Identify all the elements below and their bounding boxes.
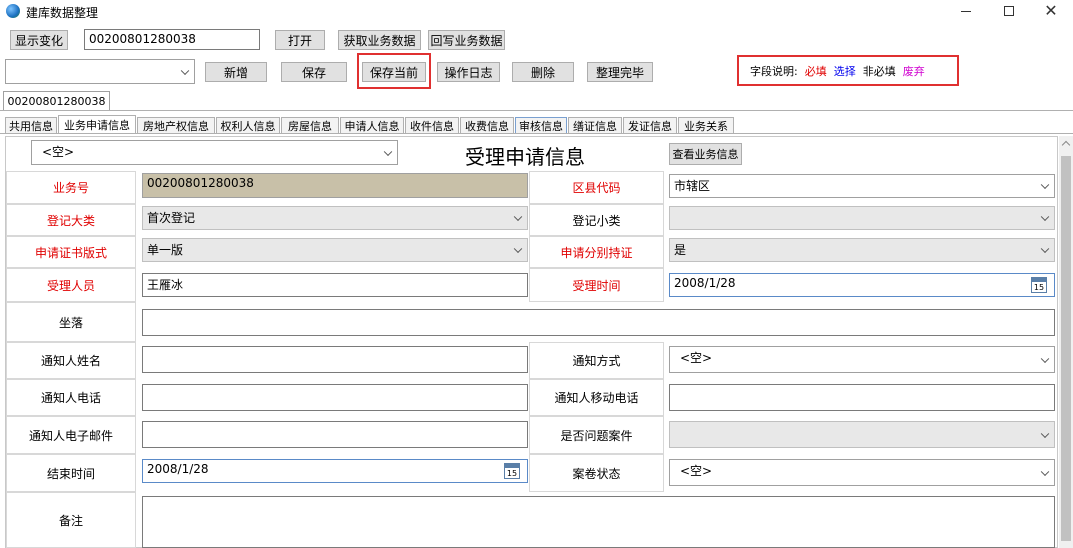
maximize-icon[interactable] xyxy=(1001,3,1017,19)
add-button[interactable]: 新增 xyxy=(205,62,267,82)
header-select[interactable]: <空> xyxy=(31,140,398,165)
tab-5[interactable]: 房屋信息 xyxy=(281,117,339,134)
legend-select: 选择 xyxy=(833,64,856,78)
field-legend: 字段说明: 必填 选择 非必填 废弃 xyxy=(737,55,959,86)
receive-time-label: 受理时间 xyxy=(572,278,621,293)
business-no-field: 00200801280038 xyxy=(142,173,528,198)
writeback-business-data-button[interactable]: 回写业务数据 xyxy=(428,30,505,50)
reg-major-label: 登记大类 xyxy=(46,213,95,228)
open-button[interactable]: 打开 xyxy=(275,30,325,50)
scroll-up-icon[interactable] xyxy=(1061,140,1071,150)
chevron-down-icon xyxy=(513,244,523,254)
minimize-icon[interactable] xyxy=(958,3,974,19)
location-label: 坐落 xyxy=(58,315,83,330)
notify-mobile-input[interactable] xyxy=(669,384,1055,411)
tab-9[interactable]: 审核信息 xyxy=(515,117,567,134)
record-select[interactable] xyxy=(5,59,195,84)
view-business-info-button[interactable]: 查看业务信息 xyxy=(669,143,742,165)
show-change-button[interactable]: 显示变化 xyxy=(10,30,68,50)
end-time-label: 结束时间 xyxy=(46,466,95,481)
tab-2[interactable]: 业务申请信息 xyxy=(58,115,136,134)
remark-label: 备注 xyxy=(58,513,83,528)
tab-10[interactable]: 缮证信息 xyxy=(568,117,622,134)
notify-phone-label: 通知人电话 xyxy=(40,391,101,405)
document-tab[interactable]: 00200801280038 xyxy=(3,91,110,110)
reg-minor-select[interactable] xyxy=(669,206,1055,230)
cert-format-label: 申请证书版式 xyxy=(34,245,107,260)
notify-mobile-label: 通知人移动电话 xyxy=(554,391,639,405)
problem-case-label: 是否问题案件 xyxy=(560,428,633,443)
notify-name-input[interactable] xyxy=(142,346,528,373)
chevron-down-icon xyxy=(1040,180,1050,190)
chevron-down-icon xyxy=(1040,429,1050,438)
receive-time-picker[interactable]: 2008/1/28 xyxy=(669,273,1055,297)
operation-log-button[interactable]: 操作日志 xyxy=(437,62,500,82)
district-select[interactable]: 市辖区 xyxy=(669,174,1055,198)
document-tab-underline xyxy=(0,110,1073,111)
tab-7[interactable]: 收件信息 xyxy=(405,117,459,134)
chevron-down-icon xyxy=(1040,354,1050,363)
notify-method-label: 通知方式 xyxy=(572,354,621,368)
archive-status-label: 案卷状态 xyxy=(572,466,621,481)
notify-phone-input[interactable] xyxy=(142,384,528,411)
tab-6[interactable]: 申请人信息 xyxy=(340,117,404,134)
reg-minor-label: 登记小类 xyxy=(572,213,621,228)
notify-email-label: 通知人电子邮件 xyxy=(28,428,113,443)
scroll-thumb[interactable] xyxy=(1061,156,1071,541)
save-button[interactable]: 保存 xyxy=(281,62,347,82)
tab-11[interactable]: 发证信息 xyxy=(623,117,677,134)
tab-8[interactable]: 收费信息 xyxy=(460,117,514,134)
chevron-down-icon xyxy=(1040,212,1050,222)
app-icon xyxy=(6,4,20,18)
tab-12[interactable]: 业务关系 xyxy=(678,117,734,134)
separate-cert-label: 申请分别持证 xyxy=(560,245,633,260)
receiver-label: 受理人员 xyxy=(46,278,95,293)
separate-cert-select[interactable]: 是 xyxy=(669,238,1055,262)
chevron-down-icon xyxy=(180,66,190,75)
form-title: 受理申请信息 xyxy=(465,145,585,169)
chevron-down-icon xyxy=(1040,467,1050,476)
finish-button[interactable]: 整理完毕 xyxy=(587,62,653,82)
legend-optional: 非必填 xyxy=(862,64,896,78)
legend-label: 字段说明: xyxy=(750,64,798,78)
archive-status-select[interactable]: <空> xyxy=(669,459,1055,486)
close-icon[interactable]: ✕ xyxy=(1043,3,1059,19)
vertical-scrollbar[interactable] xyxy=(1059,136,1073,548)
legend-required: 必填 xyxy=(804,64,827,78)
notify-method-select[interactable]: <空> xyxy=(669,346,1055,373)
calendar-icon[interactable]: 15 xyxy=(1031,277,1047,293)
location-input[interactable] xyxy=(142,309,1055,336)
tab-bar-baseline xyxy=(0,133,1073,134)
cert-format-select[interactable]: 单一版 xyxy=(142,238,528,262)
business-no-label: 业务号 xyxy=(52,181,89,195)
fetch-business-data-button[interactable]: 获取业务数据 xyxy=(338,30,421,50)
delete-button[interactable]: 删除 xyxy=(512,62,574,82)
notify-name-label: 通知人姓名 xyxy=(40,354,101,368)
legend-deprecated: 废弃 xyxy=(902,64,925,78)
end-time-picker[interactable]: 2008/1/28 xyxy=(142,459,528,483)
receiver-input[interactable]: 王雁冰 xyxy=(142,273,528,297)
remark-textarea[interactable] xyxy=(142,496,1055,548)
tab-1[interactable]: 共用信息 xyxy=(5,117,57,134)
notify-email-input[interactable] xyxy=(142,421,528,448)
save-current-button[interactable]: 保存当前 xyxy=(362,62,426,82)
tab-3[interactable]: 房地产权信息 xyxy=(137,117,215,134)
chevron-down-icon xyxy=(513,212,523,222)
reg-major-select[interactable]: 首次登记 xyxy=(142,206,528,230)
window-title: 建库数据整理 xyxy=(26,6,99,20)
chevron-down-icon xyxy=(1040,244,1050,254)
district-label: 区县代码 xyxy=(572,181,621,195)
problem-case-select[interactable] xyxy=(669,421,1055,448)
business-id-input[interactable]: 00200801280038 xyxy=(84,29,260,50)
calendar-icon[interactable]: 15 xyxy=(504,463,520,479)
chevron-down-icon xyxy=(383,147,393,156)
tab-4[interactable]: 权利人信息 xyxy=(216,117,280,134)
